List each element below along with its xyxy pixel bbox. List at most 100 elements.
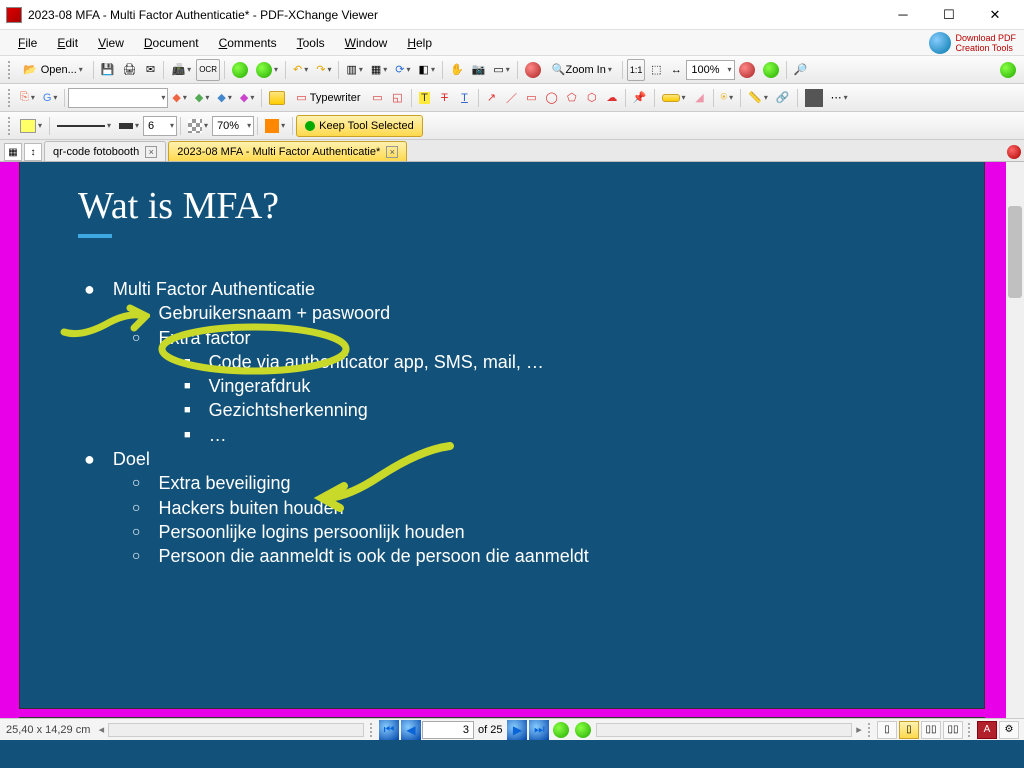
stamp-tool[interactable]: ⍟ — [718, 87, 737, 109]
settings-icon[interactable]: ⚙ — [999, 721, 1019, 739]
menu-view[interactable]: View — [88, 33, 134, 53]
pushpin-tool[interactable]: 📌 — [630, 87, 650, 109]
typewriter-tool[interactable]: ▭Typewriter — [290, 87, 366, 109]
scan-button[interactable]: 📠 — [168, 59, 194, 81]
t2d[interactable]: ◆ — [237, 87, 257, 109]
keep-tool-selected[interactable]: Keep Tool Selected — [296, 115, 423, 137]
highlight-tool[interactable]: T — [416, 87, 434, 109]
user-avatar[interactable] — [802, 87, 826, 109]
options-1[interactable]: ▥ — [343, 59, 365, 81]
ocr-button[interactable]: OCR — [196, 59, 220, 81]
tab-close-all[interactable] — [1004, 143, 1024, 161]
select-tool[interactable]: ▭ — [490, 59, 512, 81]
oval-tool[interactable]: ◯ — [543, 87, 561, 109]
opacity-icon[interactable] — [185, 115, 211, 137]
textbox-tool[interactable]: ▭ — [369, 87, 387, 109]
undo-button[interactable]: ↶ — [290, 59, 311, 81]
menu-help[interactable]: Help — [397, 33, 442, 53]
line-tool[interactable]: ／ — [503, 87, 521, 109]
tab-qr-fotobooth[interactable]: qr-code fotobooth× — [44, 141, 166, 161]
opacity-combo[interactable]: 70% — [212, 116, 254, 136]
last-page-button[interactable]: ⏭ — [529, 720, 549, 740]
layout-continuous[interactable]: ▯ — [899, 721, 919, 739]
cloud-tool[interactable]: ☁ — [603, 87, 621, 109]
download-promo[interactable]: Download PDFCreation Tools — [929, 32, 1016, 54]
toolbar-grip[interactable] — [8, 61, 12, 79]
link-tool[interactable]: 🔗 — [773, 87, 793, 109]
options-2[interactable]: ▦ — [368, 59, 390, 81]
find-button[interactable]: 🔎 — [791, 59, 811, 81]
save-button[interactable]: 💾 — [98, 59, 118, 81]
document-viewport[interactable]: Wat is MFA? Multi Factor Authenticatie G… — [0, 162, 1024, 722]
next-page-button[interactable]: ▶ — [507, 720, 527, 740]
underline-tool[interactable]: T — [456, 87, 474, 109]
eraser-tool[interactable]: ◢ — [691, 87, 709, 109]
t2b[interactable]: ◆ — [192, 87, 212, 109]
avatar-more[interactable]: ⋯ — [828, 87, 851, 109]
zoom-combo[interactable]: 100% — [686, 60, 734, 80]
launch-combo[interactable] — [68, 88, 168, 108]
close-icon[interactable]: × — [386, 146, 398, 158]
snapshot-tool[interactable]: 📷 — [469, 59, 489, 81]
menu-tools[interactable]: Tools — [287, 33, 335, 53]
layout-facing-cont[interactable]: ▯▯ — [943, 721, 963, 739]
email-button[interactable]: ✉ — [141, 59, 159, 81]
zoom-out-button[interactable] — [522, 59, 544, 81]
google-button[interactable]: G — [40, 87, 61, 109]
blend-mode[interactable] — [262, 115, 288, 137]
t2c[interactable]: ◆ — [214, 87, 234, 109]
menu-file[interactable]: File — [8, 33, 47, 53]
horizontal-scrollbar[interactable] — [108, 723, 364, 737]
hand-tool[interactable]: ✋ — [447, 59, 467, 81]
layout-single[interactable]: ▯ — [877, 721, 897, 739]
sticky-note-tool[interactable] — [266, 87, 288, 109]
fit-width[interactable]: ↔ — [667, 59, 685, 81]
nav-back-button[interactable] — [229, 59, 251, 81]
scrollbar-thumb[interactable] — [1008, 206, 1022, 298]
hscroll-right[interactable]: ▸ — [854, 723, 864, 736]
nav-forward[interactable] — [573, 720, 593, 740]
new-doc-button[interactable] — [997, 59, 1019, 81]
adobe-icon[interactable]: A — [977, 721, 997, 739]
hscroll-left[interactable]: ◂ — [96, 723, 106, 736]
layout-facing[interactable]: ▯▯ — [921, 721, 941, 739]
nav-fwd-button[interactable] — [253, 59, 281, 81]
zoom-minus[interactable] — [736, 59, 758, 81]
pencil-tool[interactable] — [659, 87, 689, 109]
rect-tool[interactable]: ▭ — [523, 87, 541, 109]
polyline-tool[interactable]: ⬠ — [563, 87, 581, 109]
page-number-input[interactable] — [422, 721, 474, 739]
menu-edit[interactable]: Edit — [47, 33, 88, 53]
options-3[interactable]: ◧ — [416, 59, 438, 81]
arrow-tool[interactable]: ↗ — [483, 87, 501, 109]
menu-document[interactable]: Document — [134, 33, 209, 53]
close-button[interactable]: ✕ — [972, 0, 1018, 30]
polygon-tool[interactable]: ⬡ — [583, 87, 601, 109]
print-button[interactable]: 🖨 — [120, 59, 140, 81]
nav-back[interactable] — [551, 720, 571, 740]
redo-button[interactable]: ↷ — [313, 59, 334, 81]
measure-tool[interactable]: 📏 — [745, 87, 771, 109]
maximize-button[interactable]: ☐ — [926, 0, 972, 30]
horizontal-scrollbar-right[interactable] — [596, 723, 852, 737]
export-button[interactable]: ⎘ — [17, 87, 38, 109]
zoom-in-button[interactable]: 🔍 Zoom In — [546, 59, 618, 81]
rotate-button[interactable]: ⟳ — [392, 59, 413, 81]
close-icon[interactable]: × — [145, 146, 157, 158]
fit-actual[interactable]: 1:1 — [627, 59, 646, 81]
t2a[interactable]: ◆ — [169, 87, 189, 109]
tab-grid-icon[interactable]: ▦ — [4, 143, 22, 161]
minimize-button[interactable]: ─ — [880, 0, 926, 30]
menu-comments[interactable]: Comments — [209, 33, 287, 53]
zoom-plus[interactable] — [760, 59, 782, 81]
strikeout-tool[interactable]: T — [436, 87, 454, 109]
first-page-button[interactable]: ⏮ — [379, 720, 399, 740]
callout-tool[interactable]: ◱ — [389, 87, 407, 109]
tab-list-icon[interactable]: ↕ — [24, 143, 42, 161]
menu-window[interactable]: Window — [335, 33, 398, 53]
line-style[interactable] — [54, 115, 114, 137]
line-cap[interactable] — [116, 115, 142, 137]
open-button[interactable]: 📂Open... — [17, 59, 89, 81]
fill-color[interactable] — [17, 115, 45, 137]
tab-mfa[interactable]: 2023-08 MFA - Multi Factor Authenticatie… — [168, 141, 407, 161]
